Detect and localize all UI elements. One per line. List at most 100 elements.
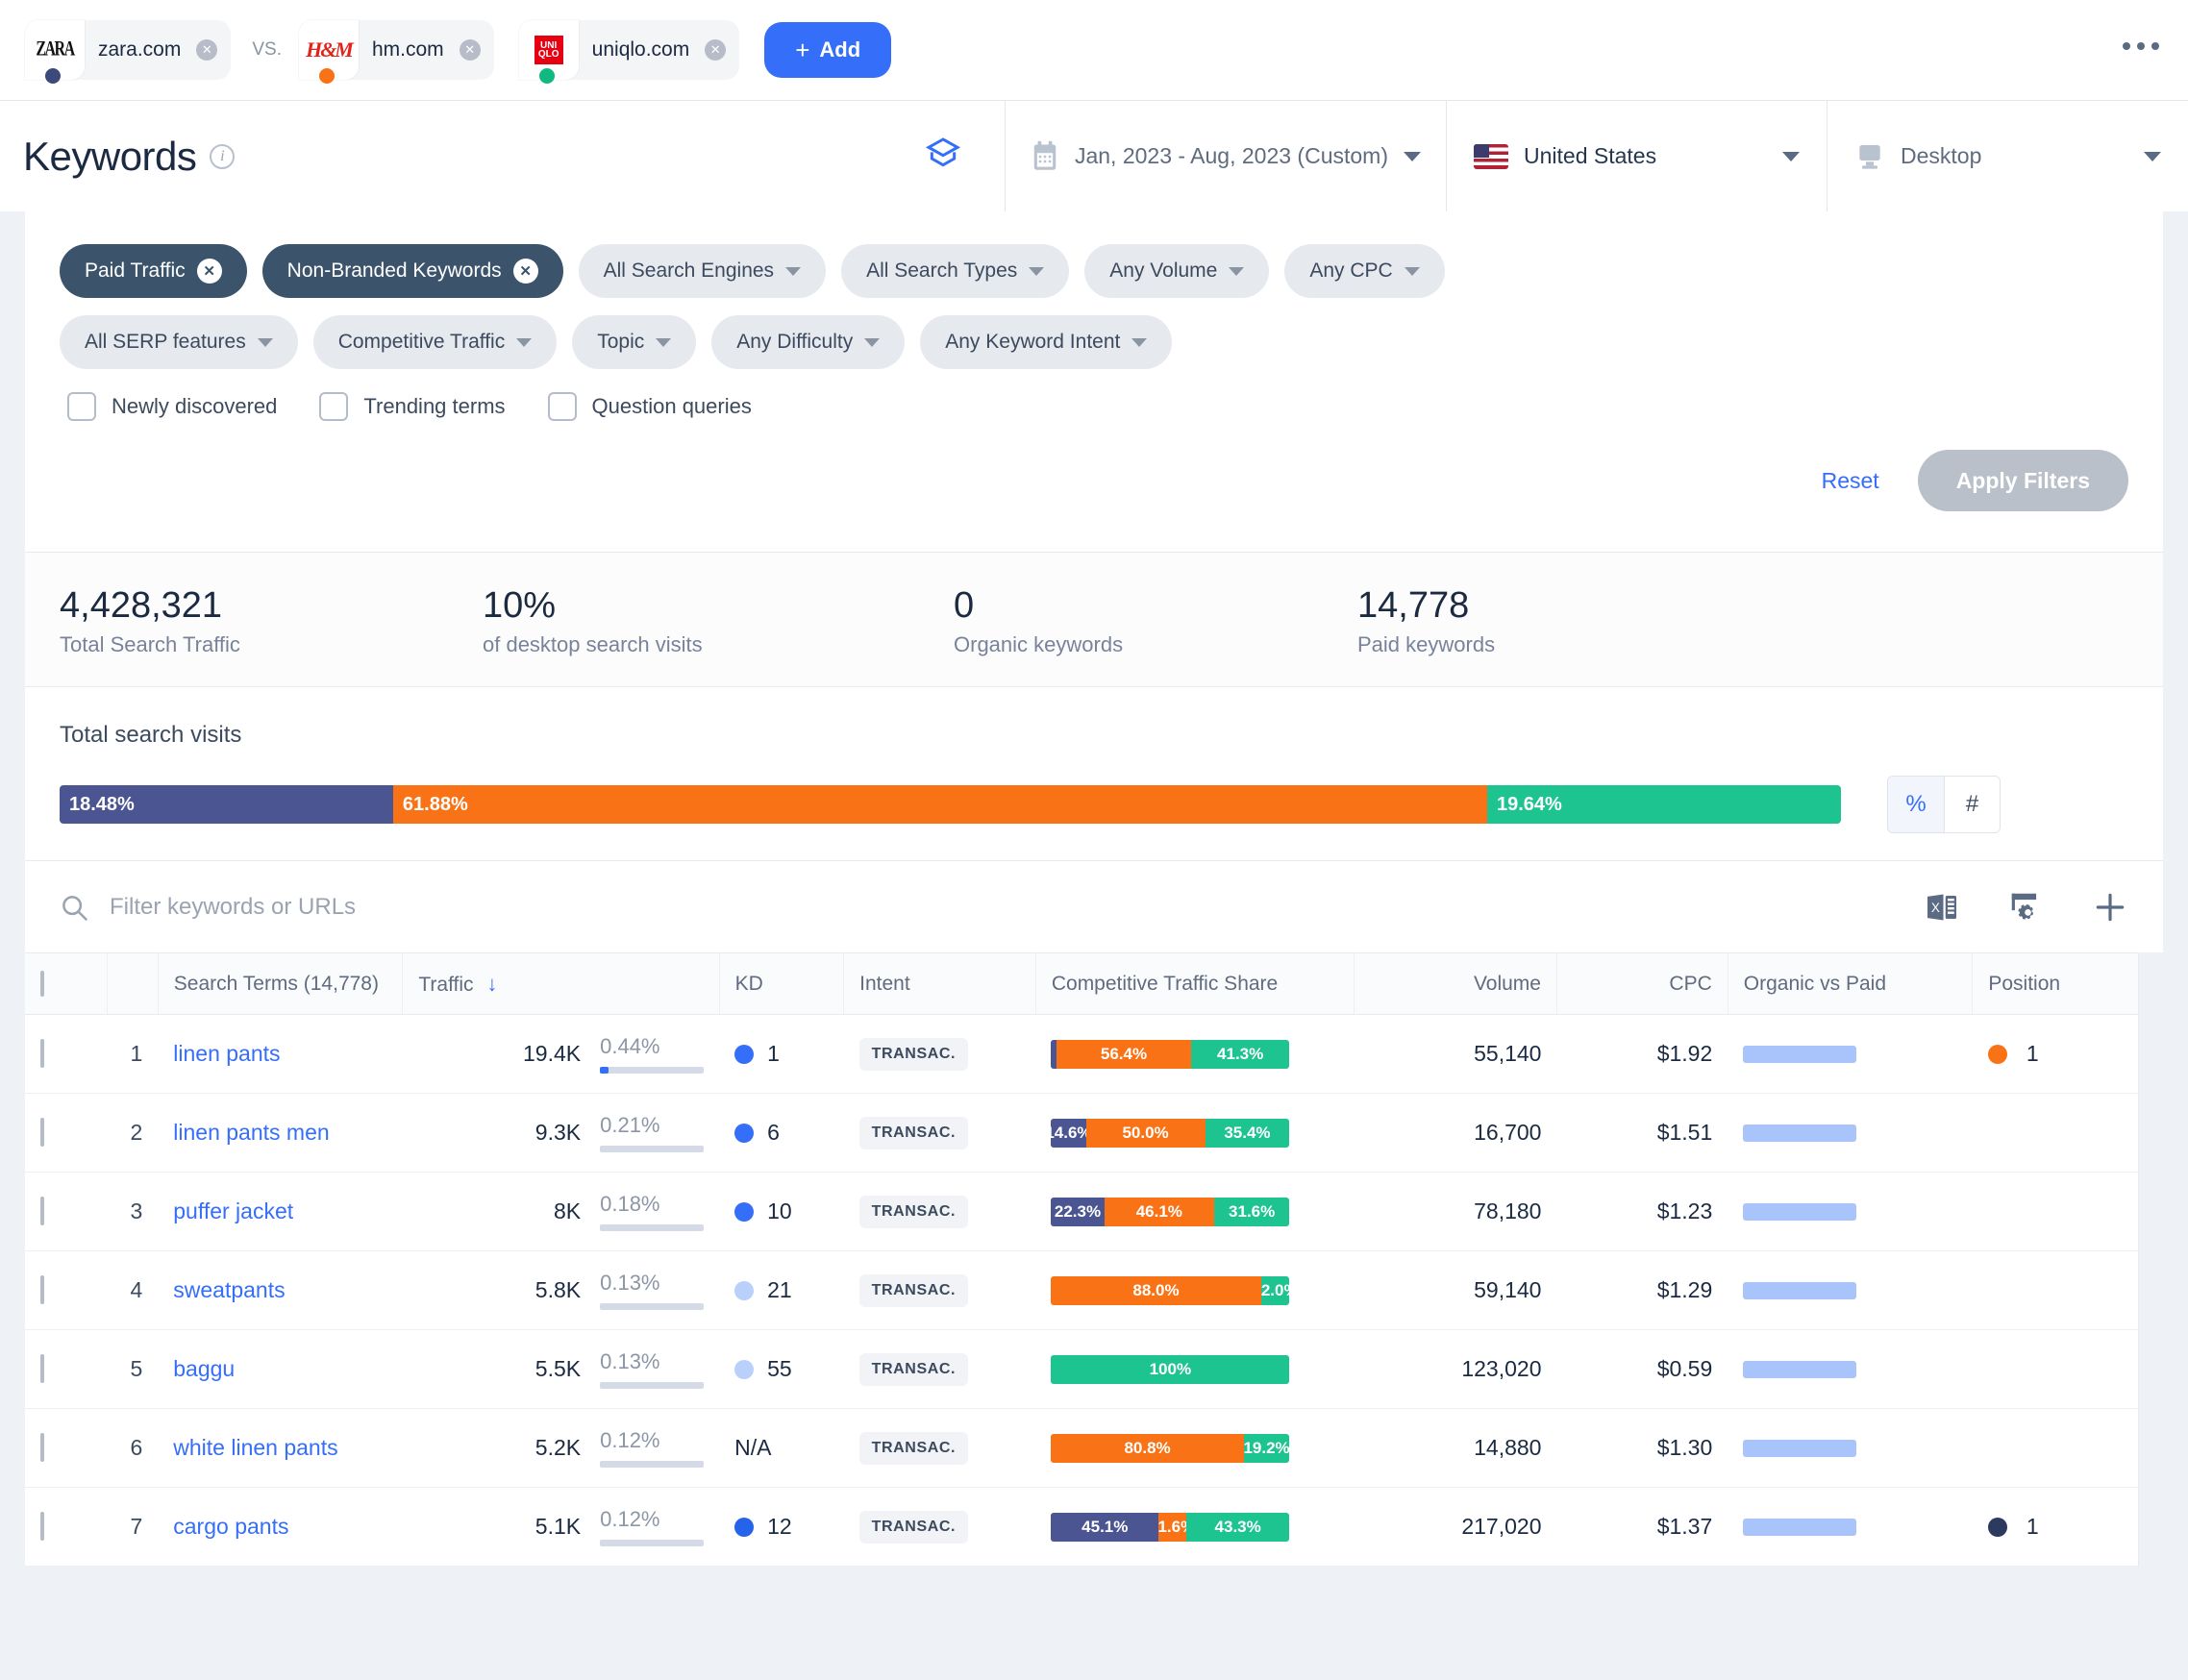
search-placeholder: Filter keywords or URLs — [110, 893, 357, 920]
row-select-cell[interactable] — [25, 1408, 108, 1488]
row-position-cell — [1972, 1250, 2163, 1330]
traffic-bar — [600, 1540, 705, 1546]
keyword-link[interactable]: linen pants — [173, 1041, 280, 1066]
table-row[interactable]: 7 cargo pants 5.1K 0.12% 12 TRANSAC. 45.1%11.6… — [25, 1487, 2163, 1567]
kd-value: N/A — [734, 1435, 772, 1460]
table-row[interactable]: 6 white linen pants 5.2K 0.12% N/A TRANSAC. 80… — [25, 1408, 2163, 1488]
row-checkbox[interactable] — [40, 1433, 44, 1462]
traffic-percent: 0.44% — [600, 1034, 660, 1058]
row-volume: 59,140 — [1354, 1250, 1557, 1330]
keyword-link[interactable]: puffer jacket — [173, 1198, 293, 1223]
filter-pill-r2-0[interactable]: All SERP features — [60, 315, 298, 369]
checkbox-box[interactable] — [319, 392, 349, 421]
row-checkbox[interactable] — [40, 1512, 44, 1541]
column-traffic[interactable]: Traffic ↓ — [402, 952, 720, 1015]
keyword-link[interactable]: baggu — [173, 1356, 235, 1381]
select-all-checkbox[interactable] — [40, 970, 44, 997]
add-competitor-button[interactable]: + Add — [764, 22, 892, 78]
column-competitive-traffic-share[interactable]: Competitive Traffic Share — [1035, 952, 1355, 1015]
filter-pill-r2-1[interactable]: Competitive Traffic — [312, 315, 558, 369]
row-organic-vs-paid-cell — [1728, 1250, 1973, 1330]
column-position[interactable]: Position — [1972, 952, 2163, 1015]
row-select-cell[interactable] — [25, 1172, 108, 1251]
row-select-cell[interactable] — [25, 1014, 108, 1094]
column-settings-icon[interactable] — [2007, 889, 2044, 926]
row-checkbox[interactable] — [40, 1118, 44, 1147]
checkbox-box[interactable] — [67, 392, 96, 421]
filter-checkbox-2[interactable]: Question queries — [547, 392, 752, 421]
row-select-cell[interactable] — [25, 1250, 108, 1330]
row-kd-cell: 12 — [719, 1487, 844, 1567]
plus-icon[interactable] — [2092, 889, 2128, 926]
site-chip-uniqlo[interactable]: UNI QLO uniqlo.com ✕ — [518, 20, 740, 86]
filter-pill-3[interactable]: All Search Types — [841, 244, 1070, 298]
keyword-link[interactable]: white linen pants — [173, 1435, 337, 1460]
table-row[interactable]: 3 puffer jacket 8K 0.18% 10 TRANSAC. 22.3% 46.1… — [25, 1172, 2163, 1251]
column-intent[interactable]: Intent — [843, 952, 1036, 1015]
filter-checkbox-0[interactable]: Newly discovered — [67, 392, 277, 421]
date-range-selector[interactable]: Jan, 2023 - Aug, 2023 (Custom) — [1004, 101, 1446, 211]
site-name: hm.com — [371, 38, 444, 61]
row-select-cell[interactable] — [25, 1487, 108, 1567]
keyword-link[interactable]: cargo pants — [173, 1514, 288, 1539]
intent-badge: TRANSAC. — [858, 1273, 969, 1307]
traffic-value: 19.4K — [523, 1041, 582, 1066]
device-selector[interactable]: Desktop — [1827, 101, 2188, 211]
search-input[interactable]: Filter keywords or URLs — [60, 893, 1925, 922]
excel-export-icon[interactable]: X — [1925, 890, 1959, 925]
remove-filter-icon[interactable]: ✕ — [196, 259, 222, 284]
site-color-dot — [536, 66, 557, 86]
row-checkbox[interactable] — [40, 1197, 44, 1225]
row-select-cell[interactable] — [25, 1093, 108, 1173]
row-checkbox[interactable] — [40, 1275, 44, 1304]
apply-filters-button[interactable]: Apply Filters — [1917, 450, 2128, 511]
checkbox-box[interactable] — [547, 392, 577, 421]
column-volume[interactable]: Volume — [1354, 952, 1557, 1015]
share-segment-0: 22.3% — [1051, 1197, 1105, 1226]
remove-filter-icon[interactable]: ✕ — [512, 259, 538, 284]
page-header: Keywords i Jan, 2023 - Aug, 2023 (Custom… — [0, 100, 2188, 211]
remove-site-icon[interactable]: ✕ — [459, 39, 481, 61]
remove-site-icon[interactable]: ✕ — [196, 39, 218, 61]
row-traffic-cell: 5.2K 0.12% — [402, 1408, 720, 1488]
filter-pill-r2-3[interactable]: Any Difficulty — [711, 315, 906, 369]
row-select-cell[interactable] — [25, 1329, 108, 1409]
row-checkbox[interactable] — [40, 1039, 44, 1068]
unit-number-button[interactable]: # — [1944, 777, 2000, 832]
column-kd[interactable]: KD — [719, 952, 845, 1015]
keyword-link[interactable]: sweatpants — [173, 1277, 285, 1302]
info-icon[interactable]: i — [210, 143, 236, 169]
keyword-link[interactable]: linen pants men — [173, 1120, 329, 1145]
column-cpc[interactable]: CPC — [1556, 952, 1728, 1015]
filter-pill-1[interactable]: Non-Branded Keywords ✕ — [261, 244, 563, 298]
unit-percent-button[interactable]: % — [1888, 777, 1944, 832]
column-search-terms[interactable]: Search Terms (14,778) — [158, 952, 404, 1015]
filter-pill-0[interactable]: Paid Traffic ✕ — [60, 244, 247, 298]
reset-button[interactable]: Reset — [1822, 468, 1879, 494]
row-volume: 217,020 — [1354, 1487, 1557, 1567]
table-row[interactable]: 1 linen pants 19.4K 0.44% 1 TRANSAC. 56.4% 41.3… — [25, 1014, 2163, 1094]
filter-pill-4[interactable]: Any Volume — [1084, 244, 1270, 298]
site-chip-hm[interactable]: H&M hm.com ✕ — [298, 20, 494, 86]
filter-pill-5[interactable]: Any CPC — [1284, 244, 1445, 298]
competitive-share-bar: 80.8% 19.2% — [1051, 1433, 1290, 1463]
column-organic-vs-paid[interactable]: Organic vs Paid — [1728, 952, 1974, 1015]
remove-site-icon[interactable]: ✕ — [705, 39, 727, 61]
row-checkbox[interactable] — [40, 1354, 44, 1383]
traffic-bar — [600, 1382, 705, 1389]
table-row[interactable]: 2 linen pants men 9.3K 0.21% 6 TRANSAC. 14.6%5… — [25, 1093, 2163, 1173]
filter-pill-2[interactable]: All Search Engines — [578, 244, 827, 298]
traffic-percent: 0.21% — [600, 1113, 660, 1137]
kebab-menu-icon[interactable] — [2123, 42, 2159, 50]
stat-value: 4,428,321 — [60, 585, 223, 626]
site-name: uniqlo.com — [591, 38, 690, 61]
filter-pill-r2-2[interactable]: Topic — [572, 315, 697, 369]
filter-pill-r2-4[interactable]: Any Keyword Intent — [920, 315, 1173, 369]
table-row[interactable]: 4 sweatpants 5.8K 0.13% 21 TRANSAC. 88.0%12.0%… — [25, 1250, 2163, 1330]
country-selector[interactable]: United States — [1446, 101, 1827, 211]
select-all-header[interactable] — [25, 952, 109, 1015]
filter-checkbox-1[interactable]: Trending terms — [319, 392, 506, 421]
graduation-hat-icon[interactable] — [924, 135, 962, 178]
table-row[interactable]: 5 baggu 5.5K 0.13% 55 TRANSAC. 100% 123,020 $0.5… — [25, 1329, 2163, 1409]
site-chip-zara[interactable]: ZARA zara.com ✕ — [25, 20, 232, 86]
